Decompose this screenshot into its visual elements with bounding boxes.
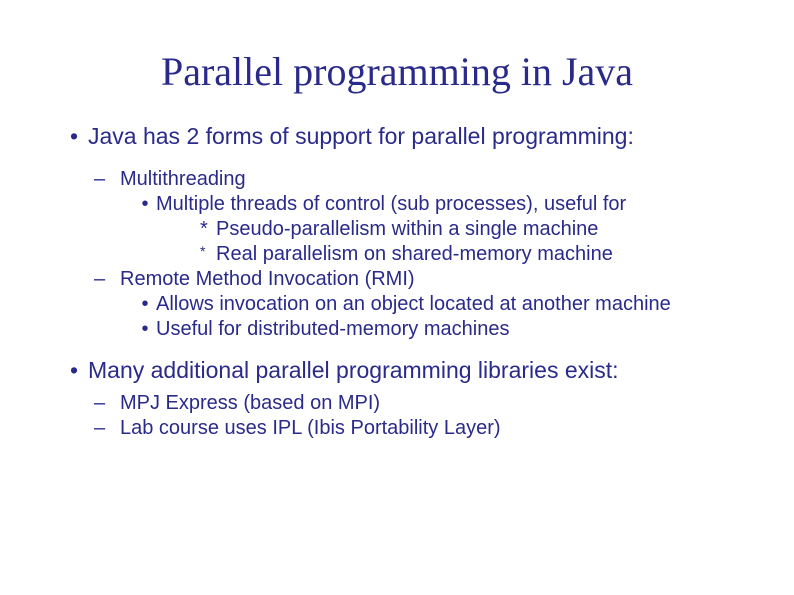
- bullet-dash-icon: –: [94, 168, 120, 191]
- bullet-level3: • Useful for distributed-memory machines: [134, 318, 734, 341]
- bullet-star-icon: *: [200, 243, 216, 266]
- bullet-level1: • Many additional parallel programming l…: [60, 357, 734, 384]
- bullet-level2: – Remote Method Invocation (RMI): [94, 268, 734, 291]
- bullet-dash-icon: –: [94, 392, 120, 415]
- bullet-dash-icon: –: [94, 417, 120, 440]
- bullet-dot-icon: •: [60, 123, 88, 150]
- bullet-level4: * Real parallelism on shared-memory mach…: [200, 243, 734, 266]
- text: Java has 2 forms of support for parallel…: [88, 123, 634, 150]
- bullet-dot-icon: •: [134, 293, 156, 316]
- bullet-dot-icon: •: [60, 357, 88, 384]
- text: Lab course uses IPL (Ibis Portability La…: [120, 417, 501, 440]
- bullet-dash-icon: –: [94, 268, 120, 291]
- bullet-level2: – Multithreading: [94, 168, 734, 191]
- bullet-level2: – Lab course uses IPL (Ibis Portability …: [94, 417, 734, 440]
- bullet-level3: • Multiple threads of control (sub proce…: [134, 193, 734, 216]
- text: Remote Method Invocation (RMI): [120, 268, 415, 291]
- bullet-star-icon: *: [200, 218, 216, 241]
- bullet-level4: * Pseudo-parallelism within a single mac…: [200, 218, 734, 241]
- bullet-level1: • Java has 2 forms of support for parall…: [60, 123, 734, 150]
- text: Allows invocation on an object located a…: [156, 293, 671, 316]
- bullet-dot-icon: •: [134, 318, 156, 341]
- text: Pseudo-parallelism within a single machi…: [216, 218, 598, 241]
- bullet-dot-icon: •: [134, 193, 156, 216]
- text: Useful for distributed-memory machines: [156, 318, 509, 341]
- bullet-level3: • Allows invocation on an object located…: [134, 293, 734, 316]
- text: MPJ Express (based on MPI): [120, 392, 380, 415]
- bullet-level2: – MPJ Express (based on MPI): [94, 392, 734, 415]
- text: Multiple threads of control (sub process…: [156, 193, 626, 216]
- text: Many additional parallel programming lib…: [88, 357, 619, 384]
- text: Multithreading: [120, 168, 246, 191]
- slide-title: Parallel programming in Java: [60, 48, 734, 95]
- text: Real parallelism on shared-memory machin…: [216, 243, 613, 266]
